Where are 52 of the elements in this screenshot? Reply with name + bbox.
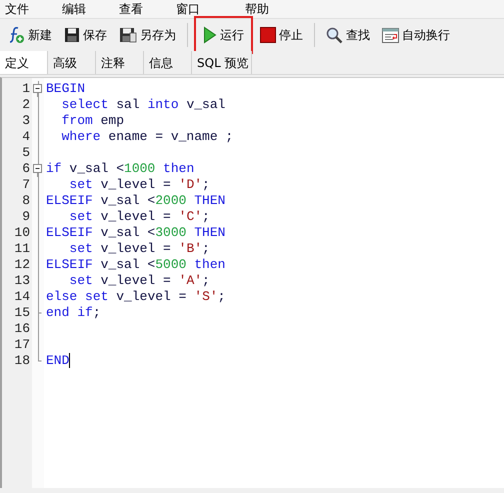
code-line: where ename = v_name ;: [60, 129, 234, 144]
fold-toggle-icon[interactable]: [33, 81, 42, 97]
play-icon: [203, 26, 217, 44]
code-line: select sal into v_sal: [60, 97, 226, 112]
line-number: 12: [13, 257, 31, 273]
code-line: set v_level = 'B';: [68, 241, 210, 256]
code-line: set v_level = 'D';: [68, 177, 210, 192]
function-icon: [7, 26, 25, 44]
code-line: ELSEIF v_sal <5000 then: [46, 257, 226, 272]
stop-icon: [260, 27, 276, 43]
search-icon: [326, 26, 343, 44]
code-line: END: [46, 353, 70, 368]
tab[interactable]: 定义: [0, 51, 48, 74]
code-line: if v_sal <1000 then: [46, 161, 194, 176]
toolbar-button[interactable]: 停止: [255, 18, 308, 52]
text-wrap-icon: [382, 28, 399, 42]
line-number: 15: [13, 305, 31, 321]
line-number: 7: [21, 177, 31, 193]
code-line: else set v_level = 'S';: [46, 289, 226, 304]
line-number: 9: [21, 209, 31, 225]
fold-toggle-icon[interactable]: [33, 161, 42, 177]
code-line: from emp: [60, 113, 124, 128]
fold-end-icon: [38, 353, 42, 362]
toolbar-button[interactable]: 自动换行: [377, 18, 455, 52]
line-number: 6: [21, 161, 31, 177]
line-number: 8: [21, 193, 31, 209]
line-number: 16: [13, 321, 31, 337]
line-number: 13: [13, 273, 31, 289]
line-number: 11: [13, 241, 31, 257]
line-number: 5: [21, 145, 31, 161]
code-line: BEGIN: [46, 81, 86, 96]
menu-item[interactable]: 窗口: [175, 0, 201, 18]
menu-item[interactable]: 编辑: [61, 0, 87, 18]
line-number: 2: [21, 97, 31, 113]
menu-item[interactable]: 查看: [118, 0, 144, 18]
menu-item[interactable]: 帮助: [244, 0, 270, 18]
line-number: 14: [13, 289, 31, 305]
menu-item[interactable]: 文件: [4, 0, 30, 18]
code-line: set v_level = 'C';: [68, 209, 210, 224]
line-number: 4: [21, 129, 31, 145]
code-line: set v_level = 'A';: [68, 273, 210, 288]
line-number: 10: [13, 225, 31, 241]
fold-end-icon: [38, 305, 42, 314]
line-number: 1: [21, 81, 31, 97]
line-number: 18: [13, 353, 31, 369]
line-number: 3: [21, 113, 31, 129]
tab[interactable]: SQL 预览: [192, 51, 252, 74]
toolbar-button[interactable]: 查找: [321, 18, 375, 52]
line-number: 17: [13, 337, 31, 353]
code-line: ELSEIF v_sal <2000 THEN: [46, 193, 226, 208]
code-line: ELSEIF v_sal <3000 THEN: [46, 225, 226, 240]
code-line: end if;: [46, 305, 101, 320]
